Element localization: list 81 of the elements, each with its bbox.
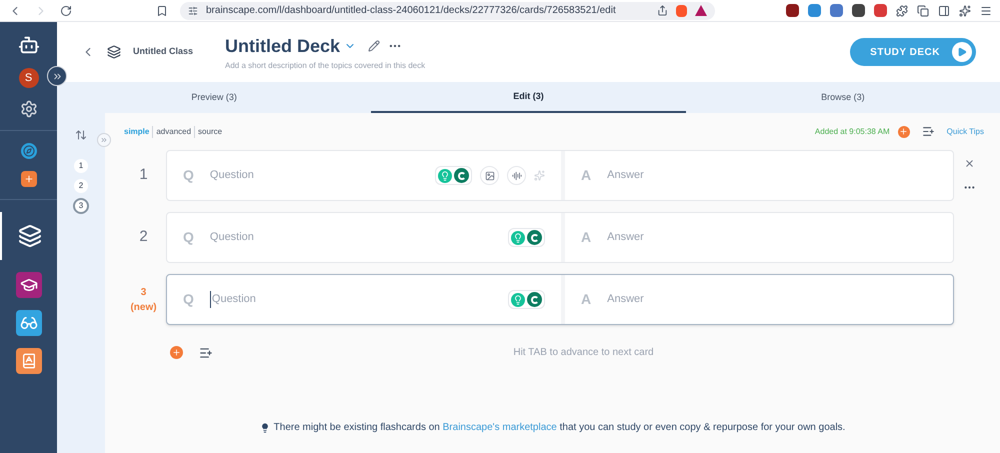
card-number: 2 [139,227,148,248]
question-placeholder: Question [210,291,256,308]
puzzle-icon[interactable] [896,4,908,16]
extension-icon[interactable] [830,4,843,17]
marketplace-link[interactable]: Brainscape's marketplace [442,422,557,433]
lightbulb-icon [260,422,270,432]
cards-icon[interactable] [20,171,36,187]
card-number: 3 [140,286,146,300]
card-nav-item[interactable]: 1 [74,159,88,173]
dictionary-icon[interactable] [16,348,42,374]
expand-button[interactable] [47,66,67,86]
edit-icon[interactable] [368,40,380,52]
bookmark-icon[interactable] [156,4,168,16]
answer-placeholder: Answer [607,292,644,308]
answer-mark: A [581,228,592,247]
play-icon [957,47,967,57]
mode-tab[interactable]: source [194,126,226,138]
menu-icon[interactable] [980,4,992,16]
answer-field[interactable]: A Answer [565,275,953,324]
mode-tab[interactable]: advanced [152,126,194,138]
extension-icon[interactable] [874,4,887,17]
answer-placeholder: Answer [607,168,644,184]
question-mark: Q [183,166,194,185]
description-field[interactable]: Add a short description of the topics covered in this deck [225,60,426,72]
chevrons-icon [100,136,108,144]
compass-icon[interactable] [20,143,36,159]
study-deck-button[interactable]: STUDY DECK [850,38,976,66]
answer-placeholder: Answer [607,230,644,246]
reorder-icon[interactable] [75,129,87,141]
close-icon[interactable] [964,158,974,168]
mode-tab[interactable]: simple [121,126,152,138]
url-text: brainscape.com/l/dashboard/untitled-class-24060121/decks/22777326/cards/726583521/edit [206,4,616,18]
site-settings-icon [188,6,198,16]
layers-icon [107,45,121,59]
avatar[interactable]: S [18,68,38,88]
address-bar[interactable]: brainscape.com/l/dashboard/untitled-class-24060121/decks/22777326/cards/726583521/edit [180,2,715,20]
hint-text: Hit TAB to advance to next card [513,346,654,360]
saved-status: Added at 9:05:38 AM [814,126,890,138]
question-mark: Q [183,228,194,247]
question-field[interactable]: Q Question [167,275,565,324]
marketplace-note: There might be existing flashcards on Brainscape's marketplace that you can study or even copy & repurpose for your own goals. [274,421,846,435]
tab[interactable]: Browse (3) [686,82,1000,113]
brave-shield-icon[interactable] [676,4,687,16]
robot-icon[interactable] [18,34,40,56]
audio-button[interactable] [507,166,526,185]
image-icon [484,170,494,180]
add-card-icon[interactable] [170,346,183,359]
card-nav-item[interactable]: 2 [74,179,88,193]
tabs-icon[interactable] [917,4,929,16]
answer-mark: A [581,166,592,185]
card-nav-item[interactable]: 3 [74,199,88,213]
image-button[interactable] [480,166,499,185]
chevrons-icon [52,70,62,82]
question-placeholder: Question [210,168,254,184]
extension-icon[interactable] [786,4,799,17]
card-number: 1 [139,165,148,186]
graduation-cap-icon[interactable] [16,272,42,298]
settings-icon[interactable] [20,100,38,118]
insert-list-icon[interactable] [199,346,213,360]
reload-icon[interactable] [60,4,72,16]
sparkle-icon[interactable] [959,4,971,16]
question-placeholder: Question [210,230,254,246]
insert-list-icon[interactable] [922,125,935,138]
new-label: (new) [130,300,157,314]
question-field[interactable]: Q Question [167,151,565,200]
extension-icon[interactable] [852,4,865,17]
class-name-link[interactable]: Untitled Class [133,45,213,59]
answer-field[interactable]: A Answer [565,151,953,200]
question-mark: Q [183,290,194,309]
question-field[interactable]: Q Question [167,213,565,262]
deck-title[interactable]: Untitled Deck [225,32,340,60]
answer-field[interactable]: A Answer [565,213,953,262]
answer-mark: A [581,290,592,309]
tab[interactable]: Preview (3) [57,82,372,113]
quick-tips-link[interactable]: Quick Tips [946,126,984,138]
glasses-icon[interactable] [16,310,42,336]
add-card-icon[interactable] [898,126,910,138]
sidebar-icon[interactable] [938,4,950,16]
audio-wave-icon [512,170,522,180]
share-icon[interactable] [657,5,668,16]
triangle-icon[interactable] [695,5,707,16]
